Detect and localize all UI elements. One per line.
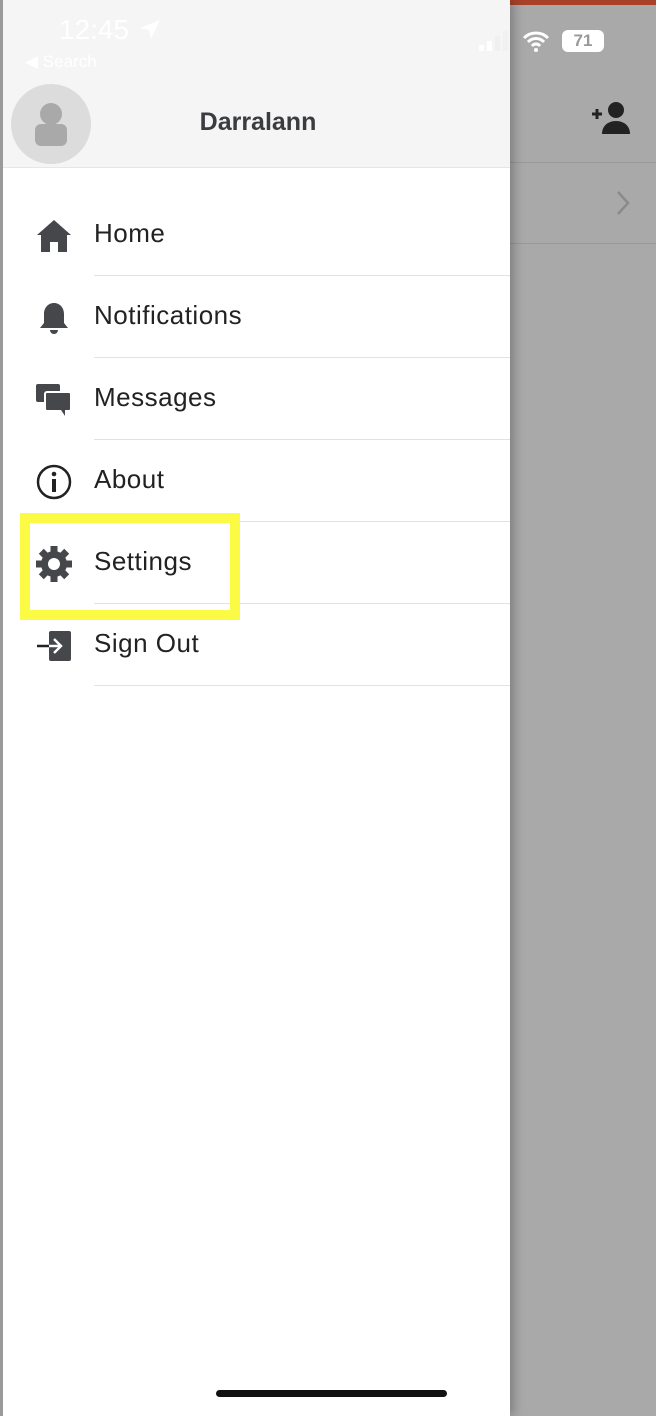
menu-item-label: Notifications — [94, 300, 243, 330]
menu-item-label: Home — [94, 218, 166, 248]
battery-level: 71 — [562, 30, 604, 52]
menu-item-label: About — [94, 464, 165, 494]
messages-icon — [36, 384, 72, 416]
wifi-icon — [522, 31, 550, 52]
username: Darralann — [199, 108, 317, 136]
sign-out-icon — [37, 631, 71, 661]
divider — [510, 162, 656, 163]
side-drawer: 12:45 ◀ Search Darralann Home Notificatio… — [0, 0, 510, 1416]
signal-icon — [479, 31, 508, 51]
status-time: 12:45 — [59, 14, 130, 45]
menu-item-home[interactable]: Home — [3, 194, 510, 276]
menu-item-label: Sign Out — [94, 628, 200, 658]
background-screen-overlay[interactable] — [510, 0, 656, 1416]
chevron-right-icon[interactable] — [616, 190, 630, 216]
menu-item-label: Messages — [94, 382, 217, 412]
add-user-icon[interactable] — [590, 100, 632, 136]
home-indicator[interactable] — [216, 1390, 447, 1397]
status-icons: 71 — [478, 30, 604, 52]
highlight-box — [20, 513, 240, 620]
menu-item-notifications[interactable]: Notifications — [3, 276, 510, 358]
divider — [94, 685, 510, 686]
menu-item-messages[interactable]: Messages — [3, 358, 510, 440]
drawer-header: 12:45 ◀ Search Darralann — [3, 0, 510, 168]
back-to-search-link[interactable]: ◀ Search — [25, 52, 97, 72]
menu-item-about[interactable]: About — [3, 440, 510, 522]
location-arrow-icon — [140, 20, 160, 39]
home-icon — [37, 220, 71, 252]
top-accent-strip — [510, 0, 656, 5]
divider — [510, 243, 656, 244]
info-icon — [36, 464, 72, 500]
bell-icon — [40, 303, 68, 334]
